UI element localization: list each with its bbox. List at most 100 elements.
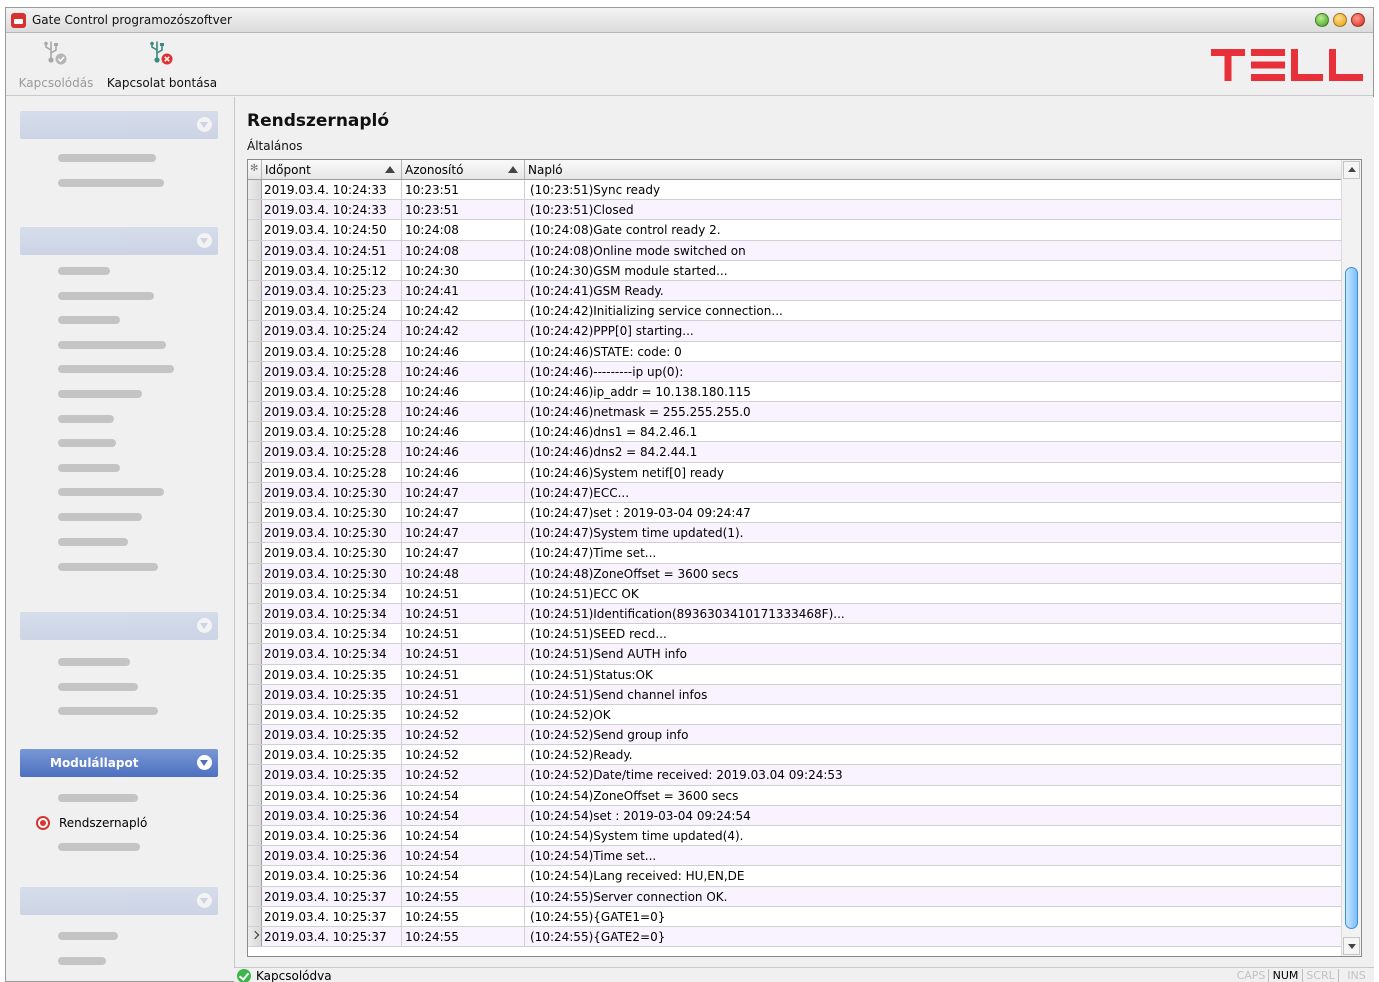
row-selector[interactable] xyxy=(248,866,262,886)
table-row[interactable]: 2019.03.4. 10:25:30 10:24:47 (10:24:47)ECC… xyxy=(248,482,1341,503)
sidebar-item-obscured[interactable] xyxy=(58,794,138,802)
row-selector[interactable] xyxy=(248,583,262,603)
row-selector[interactable] xyxy=(248,624,262,644)
column-header-id[interactable]: Azonosító xyxy=(402,160,525,179)
scrollbar-thumb[interactable] xyxy=(1345,267,1358,929)
table-row[interactable]: 2019.03.4. 10:25:12 10:24:30 (10:24:30)GSM… xyxy=(248,260,1341,281)
disconnect-button[interactable]: Kapcsolat bontása xyxy=(104,34,220,96)
sidebar-item-obscured[interactable] xyxy=(58,538,128,546)
table-row[interactable]: 2019.03.4. 10:25:28 10:24:46 (10:24:46)dns… xyxy=(248,422,1341,443)
sidebar-item-obscured[interactable] xyxy=(58,843,140,851)
table-row[interactable]: 2019.03.4. 10:25:30 10:24:47 (10:24:47)Sys… xyxy=(248,523,1341,544)
table-row[interactable]: 2019.03.4. 10:25:28 10:24:46 (10:24:46)ip_… xyxy=(248,381,1341,403)
column-header-time[interactable]: Időpont xyxy=(262,160,402,179)
row-selector[interactable] xyxy=(248,240,262,260)
sidebar-item-obscured[interactable] xyxy=(58,464,120,472)
sidebar-item-obscured[interactable] xyxy=(58,707,158,715)
sidebar-item-obscured[interactable] xyxy=(58,683,138,691)
table-row[interactable]: 2019.03.4. 10:25:34 10:24:51 (10:24:51)ECC… xyxy=(248,583,1341,604)
table-row[interactable]: 2019.03.4. 10:25:36 10:24:54 (10:24:54)Tim… xyxy=(248,846,1341,867)
row-selector[interactable] xyxy=(248,422,262,442)
current-row-indicator[interactable] xyxy=(248,926,262,947)
row-selector[interactable] xyxy=(248,462,262,482)
row-selector[interactable] xyxy=(248,603,262,624)
sidebar-item-obscured[interactable] xyxy=(58,439,116,447)
table-row[interactable]: 2019.03.4. 10:24:50 10:24:08 (10:24:08)Gat… xyxy=(248,220,1341,241)
sidebar-item-obscured[interactable] xyxy=(58,390,142,398)
table-row[interactable]: 2019.03.4. 10:25:35 10:24:51 (10:24:51)Sta… xyxy=(248,664,1341,685)
sidebar-item-obscured[interactable] xyxy=(58,488,164,496)
table-row[interactable]: 2019.03.4. 10:25:35 10:24:52 (10:24:52)Sen… xyxy=(248,725,1341,746)
row-selector[interactable] xyxy=(248,704,262,725)
sidebar-item-obscured[interactable] xyxy=(58,316,120,324)
row-selector[interactable] xyxy=(248,381,262,402)
sidebar-item-obscured[interactable] xyxy=(58,154,156,162)
table-row[interactable]: 2019.03.4. 10:25:37 10:24:55 (10:24:55)Ser… xyxy=(248,886,1341,907)
close-button[interactable] xyxy=(1351,13,1365,27)
row-selector[interactable] xyxy=(248,200,262,220)
row-selector[interactable] xyxy=(248,644,262,664)
row-selector[interactable] xyxy=(248,341,262,361)
row-selector[interactable] xyxy=(248,846,262,866)
row-selector[interactable] xyxy=(248,442,262,462)
row-selector[interactable] xyxy=(248,886,262,906)
table-row[interactable]: 2019.03.4. 10:25:36 10:24:54 (10:24:54)Sys… xyxy=(248,826,1341,847)
row-selector[interactable] xyxy=(248,361,262,381)
row-selector[interactable] xyxy=(248,321,262,341)
table-row[interactable]: 2019.03.4. 10:25:28 10:24:46 (10:24:46)Sys… xyxy=(248,462,1341,483)
row-selector[interactable] xyxy=(248,402,262,422)
scroll-down-button[interactable] xyxy=(1343,937,1360,955)
row-selector[interactable] xyxy=(248,482,262,502)
row-selector[interactable] xyxy=(248,805,262,825)
table-row[interactable]: 2019.03.4. 10:25:34 10:24:51 (10:24:51)SEE… xyxy=(248,624,1341,645)
table-row[interactable]: 2019.03.4. 10:25:36 10:24:54 (10:24:54)Lan… xyxy=(248,866,1341,887)
table-row[interactable]: 2019.03.4. 10:25:28 10:24:46 (10:24:46)net… xyxy=(248,402,1341,423)
table-row[interactable]: 2019.03.4. 10:24:33 10:23:51 (10:23:51)Syn… xyxy=(248,180,1341,201)
table-row[interactable]: 2019.03.4. 10:25:28 10:24:46 (10:24:46)---… xyxy=(248,361,1341,382)
table-row[interactable]: 2019.03.4. 10:25:28 10:24:46 (10:24:46)STA… xyxy=(248,341,1341,362)
sidebar-item-obscured[interactable] xyxy=(58,658,130,666)
table-row[interactable]: 2019.03.4. 10:25:36 10:24:54 (10:24:54)set… xyxy=(248,805,1341,826)
table-row[interactable]: 2019.03.4. 10:25:37 10:24:55 (10:24:55){GA… xyxy=(248,926,1341,948)
column-header-log[interactable]: Napló xyxy=(525,160,1341,179)
log-grid[interactable]: ✻ Időpont Azonosító Napló 2019.03.4. 10:… xyxy=(247,159,1362,957)
table-row[interactable]: 2019.03.4. 10:25:35 10:24:52 (10:24:52)Dat… xyxy=(248,765,1341,786)
table-row[interactable]: 2019.03.4. 10:24:51 10:24:08 (10:24:08)Onl… xyxy=(248,240,1341,261)
row-selector[interactable] xyxy=(248,180,262,200)
row-selector[interactable] xyxy=(248,906,262,926)
row-selector[interactable] xyxy=(248,301,262,321)
table-row[interactable]: 2019.03.4. 10:25:37 10:24:55 (10:24:55){GA… xyxy=(248,906,1341,927)
row-selector[interactable] xyxy=(248,543,262,563)
row-selector[interactable] xyxy=(248,503,262,523)
row-selector[interactable] xyxy=(248,220,262,240)
title-bar[interactable]: Gate Control programozószoftver xyxy=(6,8,1373,33)
sidebar-item-obscured[interactable] xyxy=(58,365,174,373)
row-selector[interactable] xyxy=(248,523,262,543)
minimize-button[interactable] xyxy=(1333,13,1347,27)
scroll-up-button[interactable] xyxy=(1343,161,1360,179)
sidebar-item-obscured[interactable] xyxy=(58,415,114,423)
row-selector[interactable] xyxy=(248,664,262,684)
table-row[interactable]: 2019.03.4. 10:25:23 10:24:41 (10:24:41)GSM… xyxy=(248,280,1341,302)
connect-button[interactable]: Kapcsolódás xyxy=(12,34,100,96)
table-row[interactable]: 2019.03.4. 10:25:30 10:24:47 (10:24:47)set… xyxy=(248,503,1341,524)
table-row[interactable]: 2019.03.4. 10:25:35 10:24:51 (10:24:51)Sen… xyxy=(248,684,1341,705)
sidebar-section-collapsed[interactable] xyxy=(20,612,218,640)
row-selector[interactable] xyxy=(248,745,262,765)
row-selector[interactable] xyxy=(248,765,262,785)
sidebar-section-modulallapot[interactable]: Modulállapot xyxy=(20,749,218,777)
table-row[interactable]: 2019.03.4. 10:25:24 10:24:42 (10:24:42)Ini… xyxy=(248,301,1341,322)
table-row[interactable]: 2019.03.4. 10:25:35 10:24:52 (10:24:52)Rea… xyxy=(248,745,1341,766)
sidebar-item-obscured[interactable] xyxy=(58,292,154,300)
row-selector-header[interactable]: ✻ xyxy=(248,160,262,179)
sidebar-section-collapsed[interactable] xyxy=(20,887,218,915)
sidebar-section-collapsed[interactable] xyxy=(20,111,218,139)
row-selector[interactable] xyxy=(248,725,262,745)
table-row[interactable]: 2019.03.4. 10:25:34 10:24:51 (10:24:51)Sen… xyxy=(248,644,1341,665)
sidebar-item-obscured[interactable] xyxy=(58,267,110,275)
sidebar-item-obscured[interactable] xyxy=(58,957,106,965)
table-row[interactable]: 2019.03.4. 10:25:28 10:24:46 (10:24:46)dns… xyxy=(248,442,1341,463)
sidebar-section-collapsed[interactable] xyxy=(20,227,218,255)
row-selector[interactable] xyxy=(248,684,262,704)
table-row[interactable]: 2019.03.4. 10:25:30 10:24:47 (10:24:47)Tim… xyxy=(248,543,1341,564)
